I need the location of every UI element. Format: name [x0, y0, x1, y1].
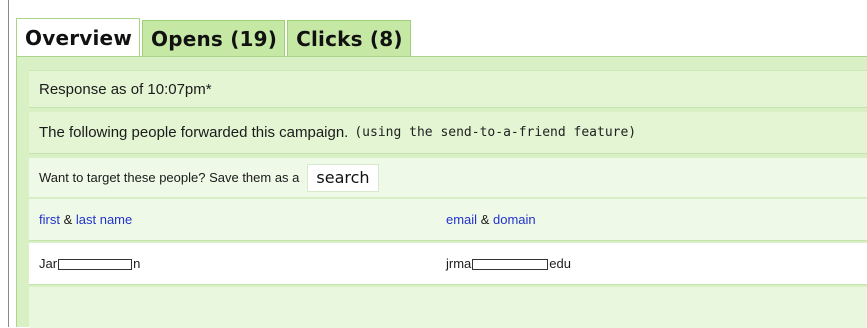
tab-clicks[interactable]: Clicks (8) [287, 20, 411, 56]
redaction-box [472, 259, 549, 270]
table-header: first & last name email & domain [29, 199, 867, 241]
sort-domain-link[interactable]: domain [493, 212, 536, 227]
forwarded-note: (using the send-to-a-friend feature) [354, 125, 637, 140]
sort-first-name-link[interactable]: first [39, 212, 60, 227]
table-row: Jar n jrma edu [29, 243, 867, 285]
response-timestamp: Response as of 10:07pm* [39, 80, 212, 98]
recipient-name: Jar n [39, 256, 140, 271]
email-suffix: edu [549, 256, 571, 271]
target-row: Want to target these people? Save them a… [29, 158, 867, 198]
report-tabs: Overview Opens (19) Clicks (8) [16, 16, 411, 57]
sort-last-name-link[interactable]: last name [76, 212, 132, 227]
window-border [8, 0, 9, 327]
name-suffix: n [133, 256, 141, 271]
column-header-name: first & last name [39, 212, 132, 227]
recipient-email: jrma edu [446, 256, 571, 271]
target-prompt: Want to target these people? Save them a… [39, 170, 300, 185]
column-header-email: email & domain [446, 212, 536, 227]
tab-overview[interactable]: Overview [16, 18, 141, 57]
email-prefix: jrma [446, 256, 472, 271]
table-empty-row [29, 287, 867, 328]
forwarded-message: The following people forwarded this camp… [39, 124, 349, 141]
forwarded-row: The following people forwarded this camp… [29, 112, 867, 154]
response-row: Response as of 10:07pm* [29, 70, 867, 108]
redaction-box [58, 259, 133, 270]
tab-opens[interactable]: Opens (19) [142, 20, 286, 56]
save-as-search-button[interactable]: search [307, 163, 379, 192]
header-separator: & [63, 212, 73, 227]
header-separator: & [480, 212, 490, 227]
overview-panel: Response as of 10:07pm* The following pe… [16, 56, 867, 328]
name-prefix: Jar [39, 256, 58, 271]
sort-email-link[interactable]: email [446, 212, 477, 227]
